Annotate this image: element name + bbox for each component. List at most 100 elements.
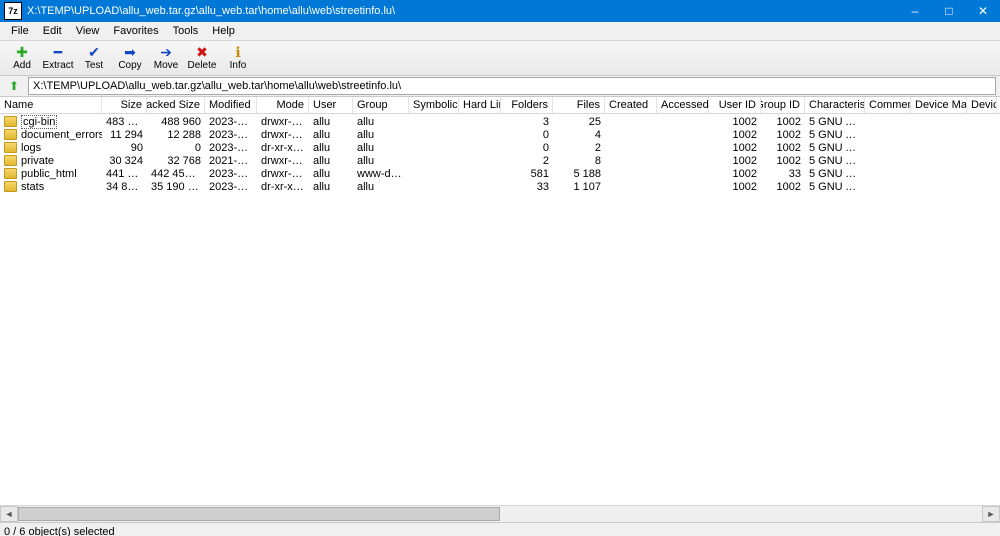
folder-icon [4, 142, 17, 153]
minimize-button[interactable]: – [898, 0, 932, 22]
cell-mod: 2023-07-19... [205, 181, 257, 193]
column-header-char[interactable]: Characterist... [805, 97, 865, 113]
menu-help[interactable]: Help [205, 23, 242, 39]
cell-name: cgi-bin [0, 115, 102, 129]
test-button[interactable]: ✔Test [76, 42, 112, 74]
menu-favorites[interactable]: Favorites [106, 23, 165, 39]
cell-char: 5 GNU ASCII [805, 116, 865, 128]
cell-size: 441 115 753 [102, 168, 147, 180]
cell-psize: 0 [147, 142, 205, 154]
scroll-track[interactable] [18, 507, 982, 521]
column-header-mode[interactable]: Mode [257, 97, 309, 113]
column-header-dev[interactable]: Device [967, 97, 997, 113]
status-text: 0 / 6 object(s) selected [4, 526, 115, 536]
add-button-label: Add [13, 60, 31, 72]
table-row[interactable]: logs9002023-07-12...dr-xr-x--xalluallu02… [0, 141, 1000, 154]
extract-icon: ━ [54, 44, 62, 60]
scroll-left-button[interactable]: ◄ [0, 506, 18, 522]
scroll-thumb[interactable] [18, 507, 500, 521]
cell-psize: 35 190 784 [147, 181, 205, 193]
file-list[interactable]: NameSizePacked SizeModifiedModeUserGroup… [0, 97, 1000, 505]
cell-folders: 0 [501, 142, 553, 154]
column-header-gid[interactable]: Group ID [761, 97, 805, 113]
column-header-group[interactable]: Group [353, 97, 409, 113]
extract-button[interactable]: ━Extract [40, 42, 76, 74]
column-header-folders[interactable]: Folders [501, 97, 553, 113]
delete-icon: ✖ [196, 44, 208, 60]
cell-name: stats [0, 181, 102, 193]
path-input[interactable] [28, 77, 996, 95]
column-header-created[interactable]: Created [605, 97, 657, 113]
column-headers[interactable]: NameSizePacked SizeModifiedModeUserGroup… [0, 97, 1000, 114]
cell-folders: 0 [501, 129, 553, 141]
up-one-level-button[interactable]: ⬆ [4, 77, 24, 95]
cell-folders: 2 [501, 155, 553, 167]
cell-gid: 1002 [761, 142, 805, 154]
cell-size: 483 334 [102, 116, 147, 128]
column-header-hard[interactable]: Hard Link [459, 97, 501, 113]
title-bar: 7z X:\TEMP\UPLOAD\allu_web.tar.gz\allu_w… [0, 0, 1000, 22]
cell-mod: 2021-11-19... [205, 155, 257, 167]
menu-file[interactable]: File [4, 23, 36, 39]
cell-psize: 32 768 [147, 155, 205, 167]
delete-button-label: Delete [188, 60, 217, 72]
add-button[interactable]: ✚Add [4, 42, 40, 74]
cell-mod: 2023-05-13... [205, 168, 257, 180]
cell-uid: 1002 [709, 181, 761, 193]
table-row[interactable]: cgi-bin483 334488 9602023-07-11...drwxr-… [0, 115, 1000, 128]
cell-files: 2 [553, 142, 605, 154]
folder-icon [4, 116, 17, 127]
delete-button[interactable]: ✖Delete [184, 42, 220, 74]
copy-button[interactable]: ➡Copy [112, 42, 148, 74]
table-row[interactable]: private30 32432 7682021-11-19...drwxr-x-… [0, 154, 1000, 167]
cell-group: www-data [353, 168, 409, 180]
column-header-name[interactable]: Name [0, 97, 102, 113]
status-bar: 0 / 6 object(s) selected [0, 522, 1000, 536]
cell-group: allu [353, 181, 409, 193]
column-header-sym[interactable]: Symbolic Li... [409, 97, 459, 113]
cell-size: 30 324 [102, 155, 147, 167]
menu-edit[interactable]: Edit [36, 23, 69, 39]
column-header-user[interactable]: User [309, 97, 353, 113]
cell-mod: 2023-07-11... [205, 116, 257, 128]
maximize-button[interactable]: □ [932, 0, 966, 22]
item-name: stats [21, 181, 44, 193]
item-name: private [21, 155, 54, 167]
cell-group: allu [353, 129, 409, 141]
test-icon: ✔ [88, 44, 100, 60]
move-button[interactable]: ➔Move [148, 42, 184, 74]
table-row[interactable]: stats34 873 90435 190 7842023-07-19...dr… [0, 180, 1000, 193]
move-icon: ➔ [160, 44, 172, 60]
cell-gid: 1002 [761, 155, 805, 167]
cell-mode: drwxr-x--x [257, 168, 309, 180]
info-button[interactable]: ℹInfo [220, 42, 256, 74]
menu-tools[interactable]: Tools [166, 23, 206, 39]
cell-mode: drwxr-x--x [257, 129, 309, 141]
cell-uid: 1002 [709, 155, 761, 167]
column-header-mod[interactable]: Modified [205, 97, 257, 113]
window-title: X:\TEMP\UPLOAD\allu_web.tar.gz\allu_web.… [27, 5, 898, 17]
menu-view[interactable]: View [69, 23, 107, 39]
cell-files: 5 188 [553, 168, 605, 180]
column-header-uid[interactable]: User ID [709, 97, 761, 113]
cell-user: allu [309, 142, 353, 154]
column-header-files[interactable]: Files [553, 97, 605, 113]
horizontal-scrollbar[interactable]: ◄ ► [0, 505, 1000, 522]
cell-user: allu [309, 168, 353, 180]
table-row[interactable]: document_errors11 29412 2882023-07-12...… [0, 128, 1000, 141]
close-button[interactable]: ✕ [966, 0, 1000, 22]
column-header-comment[interactable]: Comment [865, 97, 911, 113]
cell-char: 5 GNU ASCII [805, 142, 865, 154]
column-header-size[interactable]: Size [102, 97, 147, 113]
item-name: cgi-bin [21, 115, 57, 129]
cell-folders: 3 [501, 116, 553, 128]
column-header-dmaj[interactable]: Device Major [911, 97, 967, 113]
cell-uid: 1002 [709, 142, 761, 154]
table-row[interactable]: public_html441 115 753442 452 9922023-05… [0, 167, 1000, 180]
column-header-psize[interactable]: Packed Size [147, 97, 205, 113]
cell-size: 90 [102, 142, 147, 154]
scroll-right-button[interactable]: ► [982, 506, 1000, 522]
test-button-label: Test [85, 60, 103, 72]
menu-bar: FileEditViewFavoritesToolsHelp [0, 22, 1000, 41]
column-header-accessed[interactable]: Accessed [657, 97, 709, 113]
